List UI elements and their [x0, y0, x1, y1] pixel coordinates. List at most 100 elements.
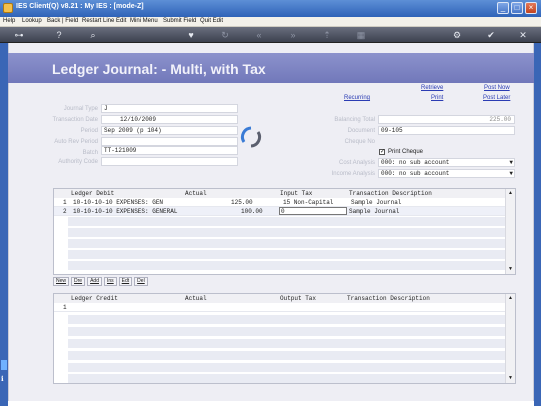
new-button[interactable]: New	[53, 277, 70, 286]
post-now-link[interactable]: Post Now	[484, 85, 510, 91]
right-rail	[534, 43, 541, 406]
row-number: 1	[63, 199, 67, 206]
ledger-debit-header: Ledger Debit	[71, 190, 115, 197]
tax-cell: 0	[281, 208, 285, 215]
menu-item-quit-edit[interactable]: Quit Edit	[200, 18, 223, 24]
menu-item-lookup[interactable]: Lookup	[22, 18, 42, 24]
del-button[interactable]: Del	[134, 277, 148, 286]
empty-row	[68, 217, 506, 226]
upload-icon[interactable]: ⇡	[320, 29, 334, 41]
scroll-up-icon[interactable]: ▲	[506, 294, 515, 303]
side-widget-icon[interactable]	[1, 360, 7, 370]
retrieve-link[interactable]: Retrieve	[421, 85, 443, 91]
post-later-link[interactable]: Post Later	[483, 95, 510, 101]
ok-icon[interactable]: ✔	[484, 29, 498, 41]
edt-button[interactable]: Edt	[118, 277, 133, 286]
scroll-up-icon[interactable]: ▲	[506, 189, 515, 198]
debit-grid-scrollbar[interactable]: ▲ ▼	[505, 189, 515, 274]
grid-icon[interactable]: ▦	[354, 29, 368, 41]
tax-cell: 15 Non-Capital	[283, 199, 334, 206]
input-tax-edit-field[interactable]	[279, 207, 347, 215]
empty-row	[68, 374, 506, 383]
empty-row	[68, 239, 506, 248]
print-link[interactable]: Print	[431, 95, 443, 101]
transaction-date-label: Transaction Date	[52, 117, 98, 123]
empty-row	[68, 228, 506, 237]
debit-grid-header: Ledger Debit Actual Input Tax Transactio…	[54, 189, 506, 198]
authority-code-field[interactable]	[101, 157, 238, 166]
menu-item-submit-field[interactable]: Submit Field	[163, 18, 196, 24]
add-button[interactable]: Add	[87, 277, 102, 286]
close-button[interactable]: ×	[525, 2, 537, 14]
document-field[interactable]: 09-105	[378, 126, 515, 135]
description-header: Transaction Description	[349, 190, 432, 197]
empty-row	[68, 327, 506, 336]
menu-item-back-field[interactable]: Back | Field	[47, 18, 78, 24]
maximize-button[interactable]: □	[511, 2, 523, 14]
print-cheque-checkbox[interactable]: ✓	[379, 149, 385, 155]
empty-row	[68, 339, 506, 348]
description-header: Transaction Description	[347, 295, 430, 302]
table-row[interactable]: 2 10-10-10-10 EXPENSES: GENERAL 100.00 0…	[54, 207, 506, 216]
chevron-down-icon: ▼	[509, 159, 513, 166]
credit-grid: Ledger Credit Actual Output Tax Transact…	[53, 293, 516, 384]
actual-cell: 100.00	[241, 208, 263, 215]
scroll-down-icon[interactable]: ▼	[506, 265, 515, 274]
period-label: Period	[80, 128, 98, 134]
dre-button[interactable]: Dre	[71, 277, 86, 286]
authority-code-label: Authority Code	[58, 159, 98, 165]
cost-analysis-value: 000: no sub account	[381, 159, 450, 166]
actual-header: Actual	[185, 190, 207, 197]
menu-item-help[interactable]: Help	[3, 18, 15, 24]
row-number: 1	[63, 304, 67, 311]
credit-grid-scrollbar[interactable]: ▲ ▼	[505, 294, 515, 383]
income-analysis-value: 000: no sub account	[381, 170, 450, 177]
window-title: IES Client(Q) v8.21 : My IES : [mode-Z]	[16, 3, 144, 10]
minimize-button[interactable]: _	[497, 2, 509, 14]
menu-item-restart-line-edit[interactable]: Restart Line Edit	[82, 18, 126, 24]
ins-button[interactable]: Ins	[103, 277, 117, 286]
table-row[interactable]: 1 10-10-10-10 EXPENSES: GEN 125.00 15 No…	[54, 198, 506, 207]
rewind-icon[interactable]: «	[252, 29, 266, 41]
actual-header: Actual	[185, 295, 207, 302]
heart-icon[interactable]: ♥	[184, 29, 198, 41]
header-band: Ledger Journal: - Multi, with Tax	[8, 53, 534, 83]
cost-analysis-select[interactable]: 000: no sub account ▼	[378, 158, 515, 167]
scroll-down-icon[interactable]: ▼	[506, 374, 515, 383]
row-number: 2	[63, 208, 67, 215]
recurring-link[interactable]: Recurring	[344, 95, 370, 101]
cancel-icon[interactable]: ✕	[516, 29, 530, 41]
transaction-date-field[interactable]: 12/10/2009	[101, 115, 238, 124]
batch-field[interactable]: TT-121009	[101, 146, 238, 155]
ledger-cell: 10-10-10-10 EXPENSES: GEN	[73, 199, 164, 206]
sync-icon[interactable]	[239, 125, 263, 149]
income-analysis-select[interactable]: 000: no sub account ▼	[378, 169, 515, 178]
menu-item-mini-menu[interactable]: Mini Menu	[130, 18, 158, 24]
forward-icon[interactable]: »	[286, 29, 300, 41]
table-row[interactable]: 1	[54, 303, 506, 312]
ledger-cell: 10-10-10-10 EXPENSES: GENERAL	[73, 208, 178, 215]
journal-type-field[interactable]: J	[101, 104, 238, 113]
balancing-total-label: Balancing Total	[334, 117, 375, 123]
description-cell: Sample Journal	[351, 199, 402, 206]
empty-row	[68, 351, 506, 360]
key-icon[interactable]: ⊶	[8, 29, 30, 41]
empty-row	[68, 315, 506, 324]
auto-rev-period-label: Auto Rev Period	[54, 139, 98, 145]
actual-cell: 125.00	[231, 199, 253, 206]
help-icon[interactable]: ?	[52, 29, 66, 41]
settings-icon[interactable]: ⚙	[450, 29, 464, 41]
period-field[interactable]: Sep 2009 (p 104)	[101, 126, 238, 135]
menu-bar: Help Lookup Back | Field Restart Line Ed…	[0, 17, 541, 27]
title-bar: IES Client(Q) v8.21 : My IES : [mode-Z] …	[0, 0, 541, 17]
info-icon[interactable]: ℹ	[1, 375, 7, 383]
balancing-total-field: 225.00	[378, 115, 515, 124]
income-analysis-label: Income Analysis	[331, 171, 375, 177]
auto-rev-period-field[interactable]	[101, 137, 238, 146]
journal-type-label: Journal Type	[63, 106, 98, 112]
search-icon[interactable]: ⌕	[86, 29, 100, 41]
empty-row	[68, 261, 506, 270]
output-tax-header: Output Tax	[280, 295, 317, 302]
refresh-icon[interactable]: ↻	[218, 29, 232, 41]
debit-grid: Ledger Debit Actual Input Tax Transactio…	[53, 188, 516, 275]
